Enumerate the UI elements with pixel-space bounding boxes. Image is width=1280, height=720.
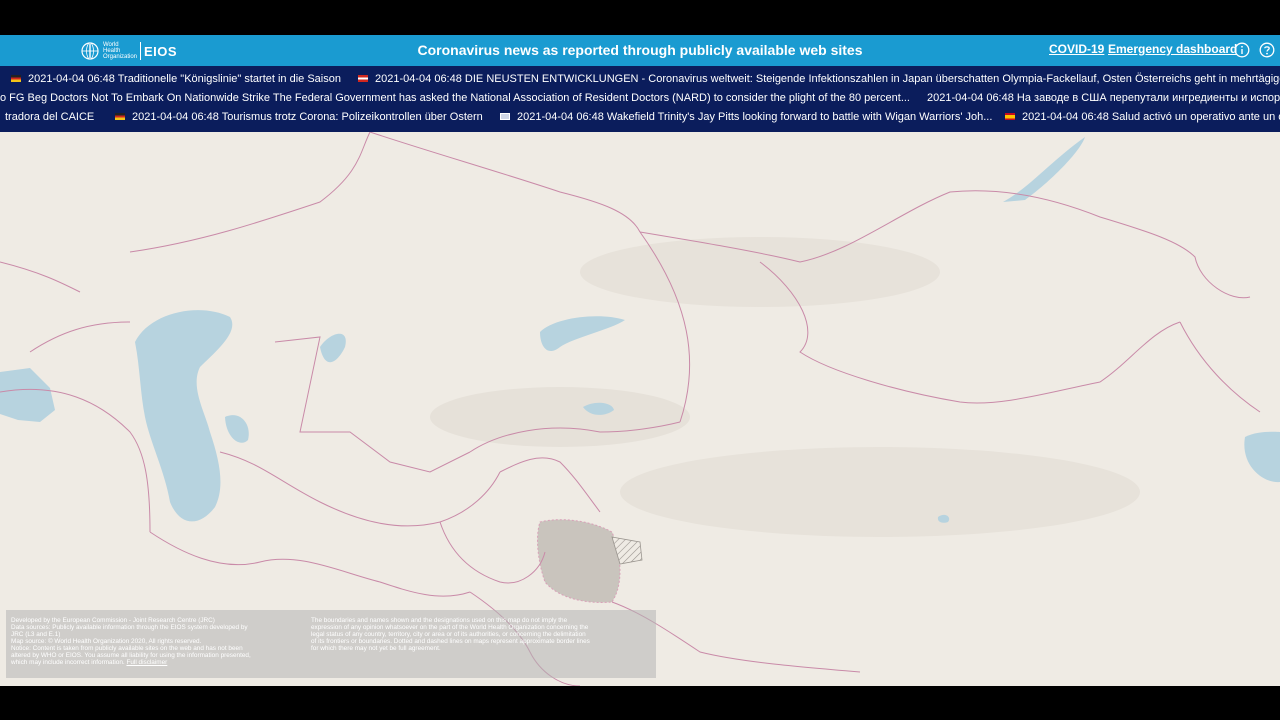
news-item[interactable]: 2021-04-04 06:48 Traditionelle "Königsli…	[11, 73, 341, 85]
disclaimer-line: Notice: Content is taken from publicly a…	[11, 645, 243, 652]
news-item[interactable]: tradora del CAICE	[5, 111, 94, 123]
news-headline: tradora del CAICE	[5, 111, 95, 123]
eios-app: World Health Organization EIOS Coronavir…	[0, 35, 1280, 686]
world-map[interactable]	[0, 132, 1280, 686]
spain-flag-icon	[1005, 112, 1015, 120]
info-icon[interactable]	[1234, 42, 1250, 58]
disclaimer-line: of its frontiers or boundaries. Dotted a…	[311, 638, 590, 645]
news-time: 2021-04-04 06:48	[1022, 111, 1109, 123]
news-item[interactable]: 2021-04-04 06:48 DIE NEUSTEN ENTWICKLUNG…	[358, 73, 1280, 85]
news-headline: Wakefield Trinity's Jay Pitts looking fo…	[606, 111, 993, 123]
terrain-shading	[620, 447, 1140, 537]
emergency-dashboard-link[interactable]: Emergency dashboard	[1108, 42, 1237, 56]
news-headline: DIE NEUSTEN ENTWICKLUNGEN - Coronavirus …	[464, 73, 1280, 85]
news-time: 2021-04-04 06:48	[517, 111, 604, 123]
news-ticker: 2021-04-04 06:48 Traditionelle "Königsli…	[0, 66, 1280, 132]
news-item[interactable]: 2021-04-04 06:48 Wakefield Trinity's Jay…	[500, 111, 992, 123]
news-item[interactable]: 2021-04-04 06:48 Tourismus trotz Corona:…	[115, 111, 483, 123]
disclaimer-line: for which there may not yet be full agre…	[311, 645, 441, 652]
news-item[interactable]: 2021-04-04 06:48 Salud activó un operati…	[1005, 111, 1280, 123]
news-headline: Salud activó un operativo ante un c	[1111, 111, 1280, 123]
disclaimer-line: JRC (L3 and E.1)	[11, 631, 61, 638]
news-time: 2021-04-04 06:48	[132, 111, 219, 123]
full-disclaimer-link[interactable]: Full disclaimer	[126, 659, 167, 666]
disclaimer-text: which may include incorrect information.	[11, 659, 125, 666]
news-headline: Traditionelle "Königslinie" startet in d…	[117, 73, 341, 85]
covid-19-link[interactable]: COVID-19	[1049, 42, 1104, 56]
news-headline: o FG Beg Doctors Not To Embark On Nation…	[0, 92, 910, 104]
disclaimer-line: Map source: © World Health Organization …	[11, 638, 202, 645]
map-disclaimer: Developed by the European Commission - J…	[6, 610, 656, 678]
disclaimer-line: expression of any opinion whatsoever on …	[311, 624, 589, 631]
disclaimer-credits: Developed by the European Commission - J…	[11, 617, 303, 666]
germany-flag-icon	[11, 74, 21, 82]
disclaimer-line: Data sources: Publicly available informa…	[11, 624, 248, 631]
disclaimer-line: altered by WHO or EIOS. You assume all l…	[11, 652, 251, 659]
news-item[interactable]: 2021-04-04 06:48 На заводе в США перепут…	[927, 92, 1280, 104]
qinghai-lake	[937, 514, 950, 523]
disclaimer-line: Developed by the European Commission - J…	[11, 617, 215, 624]
disclaimer-boundaries: The boundaries and names shown and the d…	[311, 617, 651, 652]
disclaimer-line: legal status of any country, territory, …	[311, 631, 586, 638]
disclaimer-line-last: which may include incorrect information.…	[11, 659, 303, 666]
disclaimer-line: The boundaries and names shown and the d…	[311, 617, 568, 624]
news-headline: На заводе в США перепутали ингредиенты и…	[1016, 92, 1280, 104]
news-time: 2021-04-04 06:48	[927, 92, 1014, 104]
news-time: 2021-04-04 06:48	[28, 73, 115, 85]
terrain-shading	[580, 237, 940, 307]
terrain-shading	[430, 387, 690, 447]
top-header: World Health Organization EIOS Coronavir…	[0, 35, 1280, 66]
austria-flag-icon	[358, 74, 368, 82]
uk-flag-icon	[500, 112, 510, 120]
news-headline: Tourismus trotz Corona: Polizeikontrolle…	[221, 111, 483, 123]
germany-flag-icon	[115, 112, 125, 120]
news-item[interactable]: o FG Beg Doctors Not To Embark On Nation…	[0, 92, 910, 104]
help-icon[interactable]	[1259, 42, 1275, 58]
news-time: 2021-04-04 06:48	[375, 73, 462, 85]
